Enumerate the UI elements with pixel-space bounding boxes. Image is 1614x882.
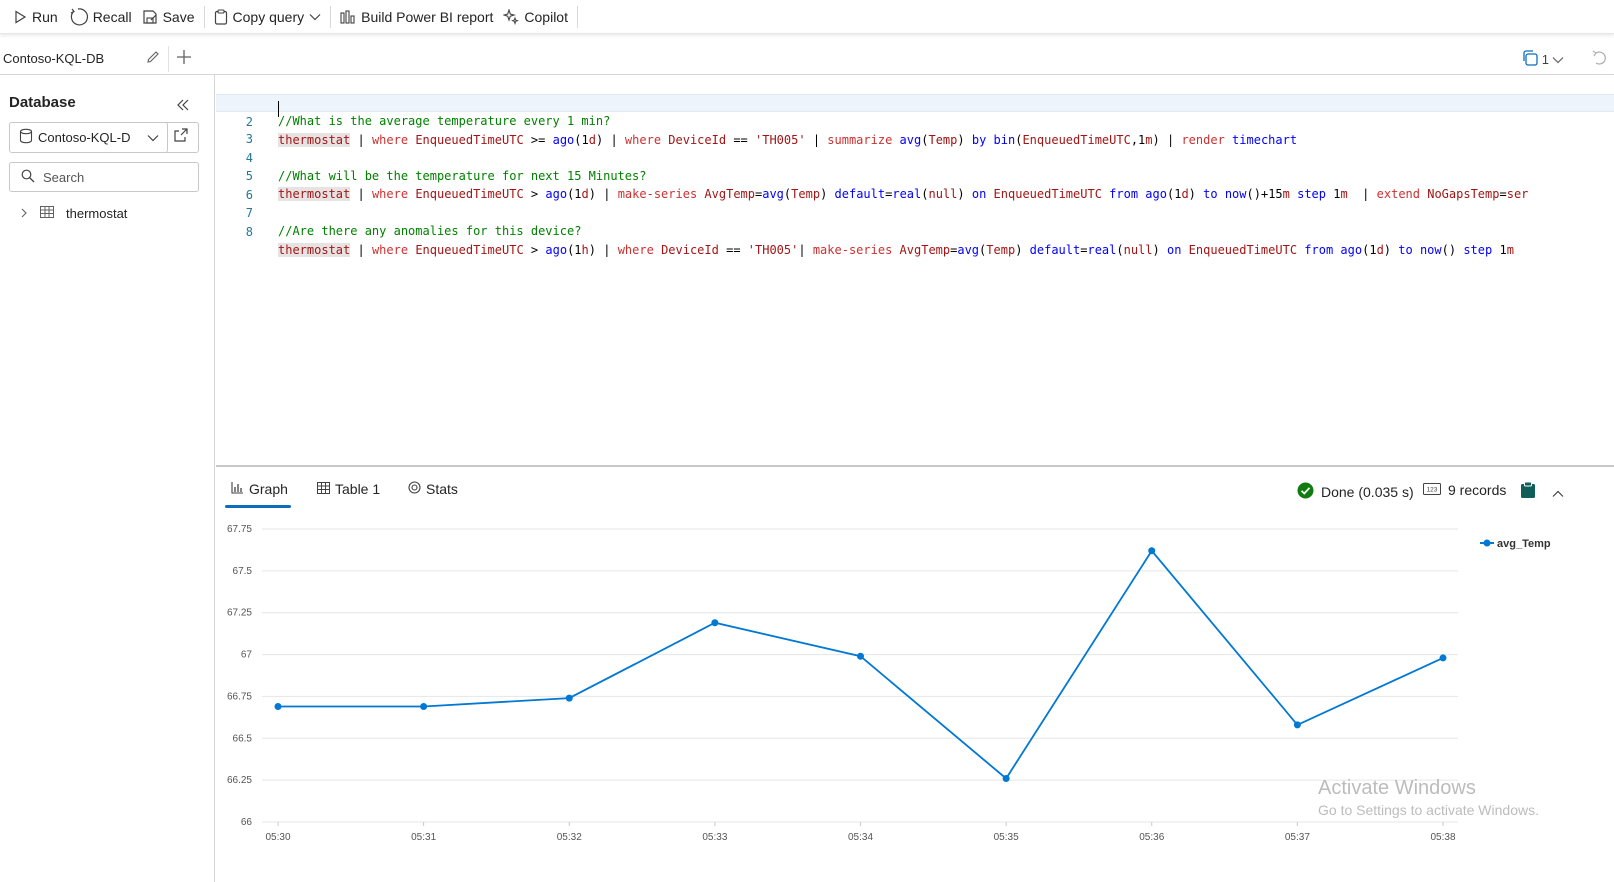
run-label: Run [32,8,58,25]
table-name: thermostat [66,206,128,221]
divider [168,46,169,72]
divider [330,5,332,28]
copilot-label: Copilot [524,8,568,25]
query-tab[interactable]: Contoso-KQL-DB [3,51,104,66]
code-line: 5 thermostat | where EnqueuedTimeUTC > a… [216,149,1614,201]
x-tick-label: 05:30 [265,832,290,843]
build-power-bi-report-button[interactable]: Build Power BI report [335,3,498,31]
x-tick-label: 05:34 [848,832,873,843]
power-bi-icon [340,9,356,24]
clipboard-icon [214,8,228,25]
y-tick-label: 66.5 [233,733,253,744]
query-editor[interactable]: 1 //What is the average temperature ever… [216,75,1614,465]
recall-label: Recall [92,8,132,25]
y-tick-label: 67.5 [233,566,253,577]
data-point [1002,774,1010,782]
sidebar-title: Database [9,94,76,111]
divider [203,5,205,28]
data-point [420,702,428,710]
divider [577,5,578,28]
code-line-current: 2 thermostat | where EnqueuedTimeUTC >= … [216,94,1614,147]
save-button[interactable]: Save [137,3,200,31]
copy-tabs-icon [1521,49,1539,70]
chevron-right-icon[interactable] [20,206,28,221]
code-line: 4 //What will be the temperature for nex… [216,131,1614,183]
code-line: 3 [216,112,1614,146]
pencil-icon[interactable] [146,50,160,69]
y-tick-label: 67 [241,650,253,661]
code-line: 1 //What is the average temperature ever… [216,76,1614,128]
tree-item-thermostat[interactable]: thermostat [20,206,127,221]
sparkle-icon [503,8,520,25]
table-icon [40,206,54,221]
copy-query-button[interactable]: Copy query [209,3,327,31]
database-sidebar: Database Contoso-KQL-D Search thermostat [0,75,215,882]
data-point [1439,654,1447,662]
code-text: //Are there any anomalies for this devic… [278,224,582,238]
tabs-count: 1 [1541,52,1549,67]
series-line-avg-temp [278,549,1444,780]
y-tick-label: 67.75 [227,524,252,535]
x-tick-label: 05:38 [1430,832,1455,843]
x-tick-label: 05:36 [1139,832,1164,843]
results-pane: Graph Table 1 Stats Done (0.035 s) 123 9… [216,467,1614,882]
add-tab-icon[interactable] [176,49,192,70]
data-point [1148,547,1156,555]
x-tick-label: 05:37 [1285,832,1310,843]
copy-query-label: Copy query [232,8,305,25]
y-tick-label: 66.25 [227,775,252,786]
query-tab-bar: Contoso-KQL-DB 1 [0,42,1614,75]
line-number: 8 [245,225,253,239]
x-tick-label: 05:33 [702,832,727,843]
save-label: Save [162,8,195,25]
build-report-label: Build Power BI report [361,8,494,25]
database-icon [19,128,33,147]
data-point [274,702,282,710]
data-point [857,652,864,660]
run-button[interactable]: Run [8,3,63,31]
search-input[interactable]: Search [9,162,199,192]
chevron-down-icon [309,13,321,21]
x-tick-label: 05:32 [557,832,582,843]
activation-watermark-title: Activate Windows [1318,777,1476,799]
data-point [711,619,719,627]
code-text: thermostat | where EnqueuedTimeUTC > ago… [278,243,1514,257]
data-point [1293,721,1301,729]
recall-icon [68,7,88,27]
x-tick-label: 05:35 [994,832,1019,843]
x-tick-label: 05:31 [411,832,436,843]
recall-button[interactable]: Recall [63,3,137,31]
tabs-count-menu[interactable]: 1 [1521,49,1564,70]
chevron-down-icon [1552,52,1564,67]
code-line: 7 //Are there any anomalies for this dev… [216,186,1614,238]
legend-marker [1483,539,1491,547]
undo-icon[interactable] [1592,50,1606,71]
y-tick-label: 66.75 [227,691,252,702]
timechart: 67.75 67.5 67.25 67 66.75 66.5 66.25 66 05:30 05:… [227,524,1551,843]
y-tick-label: 67.25 [227,608,252,619]
activation-watermark-subtitle: Go to Settings to activate Windows. [1318,802,1539,818]
code-line: 8 thermostat | where EnqueuedTimeUTC > a… [216,205,1614,257]
chevron-down-icon [147,130,159,145]
code-line: 6 [216,168,1614,202]
legend-label: avg_Temp [1497,538,1551,550]
open-external-icon [173,127,189,148]
y-tick-label: 66 [241,817,253,828]
data-point [565,694,573,702]
database-name: Contoso-KQL-D [38,130,131,145]
copilot-button[interactable]: Copilot [498,3,573,31]
toolbar: Run Recall Save Copy query Build Power B… [0,0,1614,34]
database-selector[interactable]: Contoso-KQL-D [9,122,168,153]
collapse-sidebar-icon[interactable] [176,98,190,117]
open-database-button[interactable] [164,122,199,153]
search-icon [21,169,35,186]
save-icon [142,9,158,25]
search-placeholder: Search [43,169,85,185]
play-icon [13,9,27,24]
